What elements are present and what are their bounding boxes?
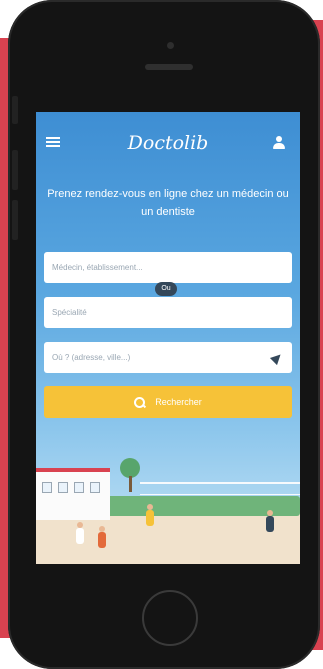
search-icon — [134, 396, 147, 408]
app-logo[interactable]: Doctolib — [118, 132, 218, 154]
illustration-tree — [120, 458, 140, 478]
phone-speaker — [145, 64, 193, 70]
location-placeholder: Où ? (adresse, ville...) — [52, 353, 131, 362]
search-icon-handle — [142, 403, 147, 408]
user-icon-body — [273, 143, 285, 149]
hamburger-menu-icon[interactable] — [46, 137, 60, 147]
illustration-fence — [140, 482, 300, 495]
person-body — [146, 510, 154, 526]
person-body — [76, 528, 84, 544]
user-icon-head — [276, 136, 282, 142]
illustration-scene — [36, 452, 300, 564]
location-arrow-icon[interactable] — [269, 350, 285, 366]
building-window — [42, 482, 52, 493]
phone-home-button[interactable] — [142, 590, 198, 646]
illustration-person — [266, 510, 274, 532]
illustration-person — [98, 526, 106, 548]
or-separator-badge: Ou — [155, 282, 177, 296]
doctor-search-input[interactable]: Médecin, établissement... — [44, 252, 292, 283]
phone-side-button — [12, 200, 18, 240]
illustration-clinic-building — [36, 468, 110, 520]
phone-volume-button-down — [12, 150, 18, 190]
hero-headline: Prenez rendez-vous en ligne chez un méde… — [47, 188, 289, 218]
building-window — [58, 482, 68, 493]
building-window — [90, 482, 100, 493]
app-screen: Doctolib Prenez rendez-vous en ligne che… — [36, 112, 300, 564]
person-body — [266, 516, 274, 532]
app-header: Doctolib — [36, 112, 300, 170]
doctor-search-placeholder: Médecin, établissement... — [52, 263, 143, 272]
illustration-person — [76, 522, 84, 544]
specialty-placeholder: Spécialité — [52, 308, 87, 317]
phone-camera-icon — [167, 42, 174, 49]
person-body — [98, 532, 106, 548]
phone-volume-button-up — [12, 96, 18, 124]
user-icon[interactable] — [272, 136, 286, 150]
search-button-label: Rechercher — [155, 397, 202, 407]
specialty-input[interactable]: Spécialité — [44, 297, 292, 328]
search-button[interactable]: Rechercher — [44, 386, 292, 418]
illustration-tree-trunk — [129, 476, 132, 492]
location-input[interactable]: Où ? (adresse, ville...) — [44, 342, 292, 373]
building-window — [74, 482, 84, 493]
illustration-person — [146, 504, 154, 526]
